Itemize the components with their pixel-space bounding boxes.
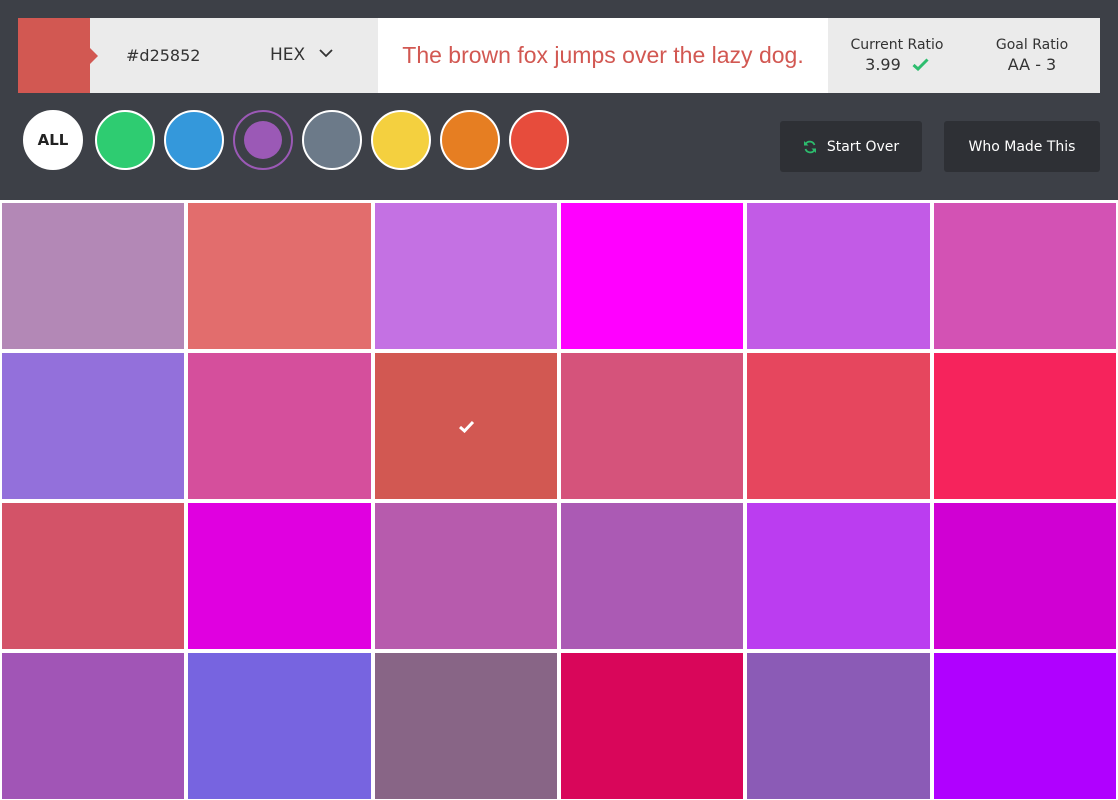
palette-swatch[interactable] xyxy=(188,653,371,799)
color-palette-grid xyxy=(0,200,1118,800)
filter-orange-button[interactable] xyxy=(440,110,500,170)
format-label: HEX xyxy=(270,45,306,65)
palette-swatch[interactable] xyxy=(375,203,557,349)
toolbar-header: #d25852 HEX The brown fox jumps over the… xyxy=(0,0,1118,200)
who-made-this-button[interactable]: Who Made This xyxy=(944,121,1100,172)
palette-swatch[interactable] xyxy=(934,503,1116,649)
palette-swatch[interactable] xyxy=(561,503,743,649)
palette-swatch[interactable] xyxy=(2,203,184,349)
start-over-button[interactable]: Start Over xyxy=(780,121,922,172)
check-icon xyxy=(912,57,929,71)
palette-swatch[interactable] xyxy=(747,353,930,499)
palette-swatch[interactable] xyxy=(934,353,1116,499)
palette-swatch[interactable] xyxy=(561,203,743,349)
selected-color-swatch xyxy=(18,18,90,93)
filter-all-button[interactable]: ALL xyxy=(23,110,83,170)
palette-swatch[interactable] xyxy=(188,353,371,499)
palette-swatch[interactable] xyxy=(2,503,184,649)
filter-purple-dot xyxy=(244,121,282,159)
hex-value[interactable]: #d25852 xyxy=(126,18,200,93)
goal-ratio-value: AA - 3 xyxy=(1007,55,1057,74)
palette-swatch[interactable] xyxy=(375,653,557,799)
palette-swatch[interactable] xyxy=(747,503,930,649)
palette-swatch[interactable] xyxy=(188,503,371,649)
goal-ratio-label: Goal Ratio xyxy=(995,37,1069,53)
goal-ratio: Goal Ratio AA - 3 xyxy=(974,18,1090,93)
format-dropdown[interactable]: HEX xyxy=(270,18,333,93)
palette-swatch[interactable] xyxy=(747,203,930,349)
current-ratio-value-row: 3.99 xyxy=(838,55,956,74)
palette-swatch[interactable] xyxy=(2,653,184,799)
palette-swatch[interactable] xyxy=(2,353,184,499)
palette-swatch[interactable] xyxy=(934,203,1116,349)
swatch-pointer xyxy=(90,48,98,64)
palette-swatch[interactable] xyxy=(561,353,743,499)
current-ratio-label: Current Ratio xyxy=(850,37,944,53)
palette-swatch[interactable] xyxy=(561,653,743,799)
filter-yellow-button[interactable] xyxy=(371,110,431,170)
refresh-icon xyxy=(803,140,816,153)
filter-blue-button[interactable] xyxy=(164,110,224,170)
current-ratio-value: 3.99 xyxy=(865,55,901,74)
current-ratio: Current Ratio 3.99 xyxy=(838,18,956,93)
preview-sample-text: The brown fox jumps over the lazy dog. xyxy=(402,42,804,68)
palette-swatch[interactable] xyxy=(188,203,371,349)
start-over-label: Start Over xyxy=(826,138,900,155)
filter-gray-button[interactable] xyxy=(302,110,362,170)
filter-green-button[interactable] xyxy=(95,110,155,170)
palette-swatch[interactable] xyxy=(934,653,1116,799)
palette-swatch[interactable] xyxy=(375,503,557,649)
filter-all-label: ALL xyxy=(37,131,69,149)
who-made-this-label: Who Made This xyxy=(968,138,1076,155)
palette-swatch[interactable] xyxy=(747,653,930,799)
selected-check-icon xyxy=(458,420,474,433)
chevron-down-icon xyxy=(318,48,333,57)
palette-swatch[interactable] xyxy=(375,353,557,499)
contrast-preview: The brown fox jumps over the lazy dog. xyxy=(378,18,828,93)
filter-purple-button[interactable] xyxy=(233,110,293,170)
color-info-bar: #d25852 HEX The brown fox jumps over the… xyxy=(18,18,1100,93)
filter-red-button[interactable] xyxy=(509,110,569,170)
